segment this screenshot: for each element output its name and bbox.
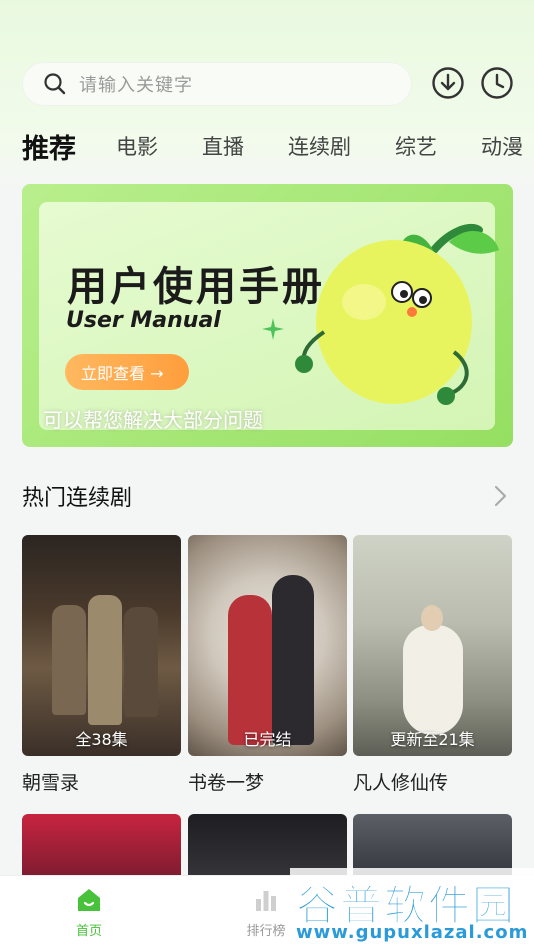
banner-subtitle: User Manual <box>66 308 221 333</box>
banner-description: 可以帮您解决大部分问题 <box>43 408 263 432</box>
tab-series[interactable]: 连续剧 <box>288 131 351 161</box>
category-tabs: 推荐 电影 直播 连续剧 综艺 动漫 <box>22 124 534 168</box>
history-clock-icon[interactable] <box>480 66 514 100</box>
show-poster: 已完结 <box>188 535 347 756</box>
chevron-right-icon[interactable] <box>492 484 510 508</box>
nav-ranking[interactable]: 排行榜 <box>236 886 296 939</box>
tab-live[interactable]: 直播 <box>202 131 244 161</box>
sparkle-icon <box>262 318 284 340</box>
show-title: 书卷一梦 <box>188 772 265 794</box>
search-input[interactable]: 请输入关键字 <box>22 62 412 106</box>
site-watermark: 谷普软件园 www.gupuxlazal.com <box>290 868 534 950</box>
show-card[interactable]: 全38集 朝雪录 <box>22 535 181 795</box>
show-title: 朝雪录 <box>22 772 80 794</box>
download-icon[interactable] <box>431 66 465 100</box>
search-placeholder: 请输入关键字 <box>79 75 193 96</box>
home-icon <box>78 889 100 911</box>
view-now-button[interactable]: 立即查看 → <box>65 354 189 390</box>
show-poster: 全38集 <box>22 535 181 756</box>
show-title: 凡人修仙传 <box>353 772 449 794</box>
tab-movie[interactable]: 电影 <box>116 131 158 161</box>
bar-chart-icon <box>256 891 276 911</box>
tab-variety[interactable]: 综艺 <box>395 131 437 161</box>
search-icon <box>44 73 66 95</box>
section-title: 热门连续剧 <box>22 486 133 511</box>
episode-badge: 全38集 <box>75 730 128 749</box>
tab-anime[interactable]: 动漫 <box>481 131 523 161</box>
tab-recommend[interactable]: 推荐 <box>22 127 76 166</box>
show-poster: 更新至21集 <box>353 535 512 756</box>
show-card[interactable]: 更新至21集 凡人修仙传 <box>353 535 512 795</box>
episode-badge: 更新至21集 <box>390 730 475 749</box>
watermark-url: www.gupuxlazal.com <box>296 922 529 943</box>
episode-badge: 已完结 <box>243 730 292 749</box>
nav-home[interactable]: 首页 <box>59 886 119 939</box>
search-row: 请输入关键字 <box>22 62 514 106</box>
nav-ranking-label: 排行榜 <box>246 924 286 939</box>
lemon-mascot-illustration <box>295 224 499 405</box>
nav-home-label: 首页 <box>75 924 102 939</box>
show-card[interactable]: 已完结 书卷一梦 <box>188 535 347 795</box>
